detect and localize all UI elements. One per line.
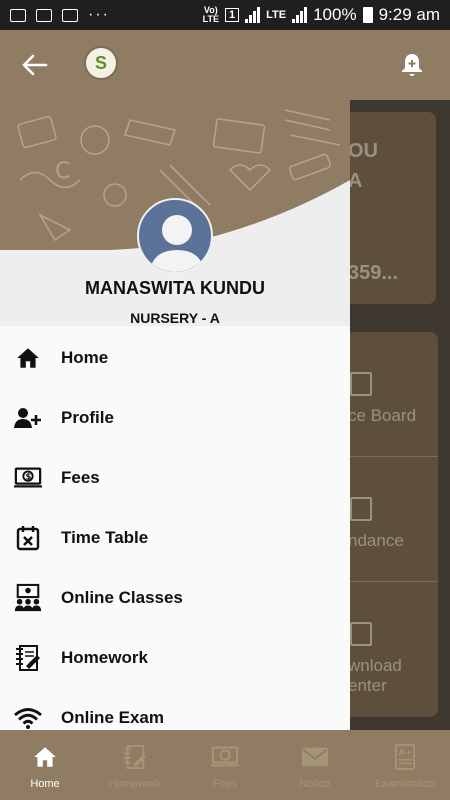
drawer-item-fees[interactable]: $ Fees — [0, 448, 350, 508]
drawer-header: C 5 MANASWITA KUNDU NURSERY - A — [0, 100, 350, 326]
drawer-item-online-exam[interactable]: Online Exam — [0, 688, 350, 730]
status-bar: ··· Vo) LTE 1 LTE 100% 9:29 am — [0, 0, 450, 30]
battery-icon — [362, 7, 373, 23]
home-icon — [31, 744, 59, 770]
app-bar: S — [0, 30, 450, 100]
drawer-item-home[interactable]: Home — [0, 328, 350, 388]
navigation-drawer: C 5 MANASWITA KUNDU NURSERY - A Home Pro… — [0, 100, 350, 730]
bottom-navigation: Home Homework Fees Notice A+ Examination — [0, 730, 450, 800]
clock: 9:29 am — [378, 5, 440, 24]
battery-percent: 100% — [313, 5, 357, 24]
homework-icon — [14, 644, 42, 672]
fees-icon: $ — [14, 464, 42, 492]
sim-indicator: 1 — [224, 8, 240, 22]
person-silhouette-icon — [149, 215, 205, 272]
mail-icon — [301, 744, 329, 770]
student-class: NURSERY - A — [130, 310, 220, 326]
svg-text:A+: A+ — [399, 747, 412, 757]
fees-icon — [211, 744, 239, 770]
add-person-icon — [14, 404, 42, 432]
bottom-nav-homework[interactable]: Homework — [90, 730, 180, 800]
arrow-left-icon[interactable] — [20, 50, 50, 80]
more-notifications-icon: ··· — [88, 6, 110, 23]
homework-icon — [121, 744, 149, 770]
drawer-item-profile[interactable]: Profile — [0, 388, 350, 448]
school-logo: S — [84, 46, 118, 80]
mail-icon — [62, 8, 78, 22]
bottom-nav-examination[interactable]: A+ Examination — [360, 730, 450, 800]
download-icon — [350, 622, 372, 646]
gallery-icon — [10, 8, 26, 22]
bottom-nav-home[interactable]: Home — [0, 730, 90, 800]
svg-text:$: $ — [25, 471, 31, 481]
avatar[interactable] — [137, 198, 213, 274]
network-label: LTE — [266, 8, 287, 21]
signal-icon — [245, 7, 261, 23]
drawer-item-time-table[interactable]: Time Table — [0, 508, 350, 568]
wifi-icon — [14, 704, 42, 730]
classroom-icon — [14, 583, 42, 612]
volte-icon: Vo) LTE — [202, 5, 219, 24]
bottom-nav-notice[interactable]: Notice — [270, 730, 360, 800]
svg-text:C: C — [55, 159, 70, 184]
bell-add-icon[interactable] — [400, 52, 424, 78]
notice-icon — [350, 372, 372, 396]
drawer-menu: Home Profile $ Fees Time Table Online Cl… — [0, 328, 350, 730]
home-icon — [14, 344, 42, 372]
exam-icon: A+ — [391, 744, 419, 770]
attendance-icon — [350, 497, 372, 521]
bottom-nav-fees[interactable]: Fees — [180, 730, 270, 800]
drawer-item-homework[interactable]: Homework — [0, 628, 350, 688]
laptop-icon — [36, 8, 52, 22]
drawer-item-online-classes[interactable]: Online Classes — [0, 568, 350, 628]
student-name: MANASWITA KUNDU — [85, 278, 265, 298]
calendar-icon — [14, 524, 42, 552]
signal-icon-2 — [292, 7, 308, 23]
